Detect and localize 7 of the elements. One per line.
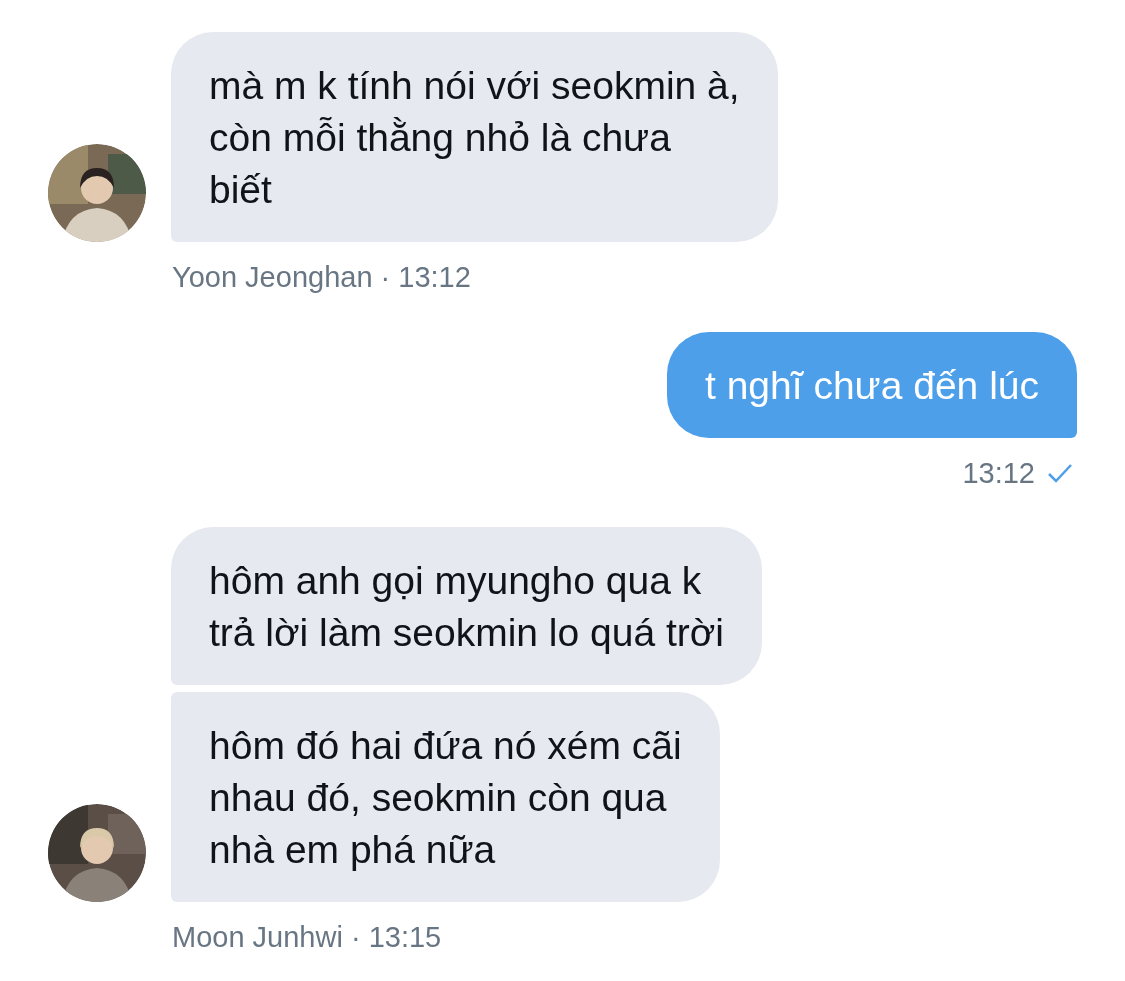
message-bubble: hôm anh gọi myungho qua k trả lời làm seokmin lo quá trời bbox=[171, 527, 762, 685]
sender-and-time: Moon Junhwi · 13:15 bbox=[172, 920, 443, 955]
message-bubble: t nghĩ chưa đến lúc bbox=[667, 331, 1077, 438]
message-bubble: hôm đó hai đứa nó xém cãi nhau đó, seokmin còn qua nhà em phá nữa bbox=[171, 692, 720, 902]
sender-and-time: Yoon Jeonghan · 13:12 bbox=[172, 260, 472, 295]
message-time: 13:12 bbox=[962, 455, 1035, 491]
message-bubble: mà m k tính nói với seokmin à, còn mỗi thằng nhỏ là chưa biết bbox=[171, 32, 778, 242]
